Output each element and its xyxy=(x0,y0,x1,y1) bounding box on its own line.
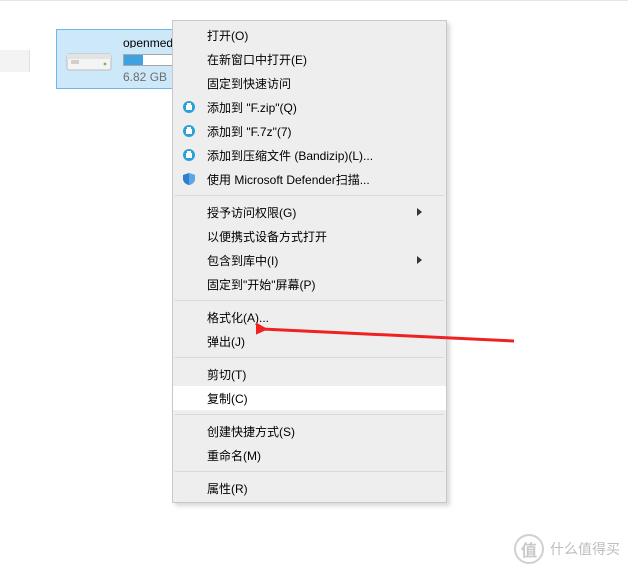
menu-item[interactable]: 打开(O) xyxy=(173,23,446,47)
menu-item[interactable]: 属性(R) xyxy=(173,476,446,500)
menu-item[interactable]: 重命名(M) xyxy=(173,443,446,467)
menu-item[interactable]: 格式化(A)... xyxy=(173,305,446,329)
menu-separator xyxy=(175,357,444,358)
menu-item-label: 包含到库中(I) xyxy=(207,252,417,269)
watermark-text: 什么值得买 xyxy=(550,539,620,559)
menu-item[interactable]: 添加到压缩文件 (Bandizip)(L)... xyxy=(173,143,446,167)
menu-item[interactable]: 包含到库中(I) xyxy=(173,248,446,272)
menu-item[interactable]: 剪切(T) xyxy=(173,362,446,386)
context-menu[interactable]: 打开(O) 在新窗口中打开(E) 固定到快速访问添加到 "F.zip"(Q) 添加到 … xyxy=(172,20,447,503)
menu-item-label: 格式化(A)... xyxy=(207,309,422,326)
menu-item-label: 授予访问权限(G) xyxy=(207,204,417,221)
menu-item[interactable]: 弹出(J) xyxy=(173,329,446,353)
menu-item[interactable]: 以便携式设备方式打开 xyxy=(173,224,446,248)
menu-item-label: 打开(O) xyxy=(207,27,422,44)
menu-item-label: 属性(R) xyxy=(207,480,422,497)
submenu-arrow-icon xyxy=(417,256,422,264)
menu-separator xyxy=(175,300,444,301)
menu-item-label: 剪切(T) xyxy=(207,366,422,383)
menu-item-label: 添加到 "F.7z"(7) xyxy=(207,123,422,140)
submenu-arrow-icon xyxy=(417,208,422,216)
watermark-icon: 值 xyxy=(514,534,544,564)
watermark: 值 什么值得买 xyxy=(514,534,620,564)
defender-icon xyxy=(181,171,197,187)
menu-item[interactable]: 在新窗口中打开(E) xyxy=(173,47,446,71)
menu-item[interactable]: 复制(C) xyxy=(173,386,446,410)
nav-tree-stub xyxy=(0,50,30,72)
menu-separator xyxy=(175,195,444,196)
bandizip-icon xyxy=(181,123,197,139)
menu-item[interactable]: 创建快捷方式(S) xyxy=(173,419,446,443)
menu-item[interactable]: 授予访问权限(G) xyxy=(173,200,446,224)
menu-item[interactable]: 使用 Microsoft Defender扫描... xyxy=(173,167,446,191)
menu-item[interactable]: 固定到快速访问 xyxy=(173,71,446,95)
bandizip-icon xyxy=(181,99,197,115)
bandizip-icon xyxy=(181,147,197,163)
drive-capacity-fill xyxy=(124,55,143,65)
menu-item[interactable]: 固定到"开始"屏幕(P) xyxy=(173,272,446,296)
menu-item-label: 添加到压缩文件 (Bandizip)(L)... xyxy=(207,147,422,164)
menu-item-label: 复制(C) xyxy=(207,390,422,407)
menu-item-label: 固定到"开始"屏幕(P) xyxy=(207,276,422,293)
menu-item-label: 使用 Microsoft Defender扫描... xyxy=(207,171,422,188)
menu-item-label: 弹出(J) xyxy=(207,333,422,350)
menu-separator xyxy=(175,414,444,415)
drive-icon xyxy=(63,34,115,86)
menu-item-label: 添加到 "F.zip"(Q) xyxy=(207,99,422,116)
menu-item-label: 固定到快速访问 xyxy=(207,75,422,92)
menu-item-label: 创建快捷方式(S) xyxy=(207,423,422,440)
menu-item[interactable]: 添加到 "F.zip"(Q) xyxy=(173,95,446,119)
menu-item[interactable]: 添加到 "F.7z"(7) xyxy=(173,119,446,143)
menu-item-label: 以便携式设备方式打开 xyxy=(207,228,422,245)
menu-item-label: 重命名(M) xyxy=(207,447,422,464)
explorer-area: openmed... 6.82 GB 打开(O)在新窗口中打开(E)固定到快速访… xyxy=(0,0,628,572)
menu-item-label: 在新窗口中打开(E) xyxy=(207,51,422,68)
menu-separator xyxy=(175,471,444,472)
